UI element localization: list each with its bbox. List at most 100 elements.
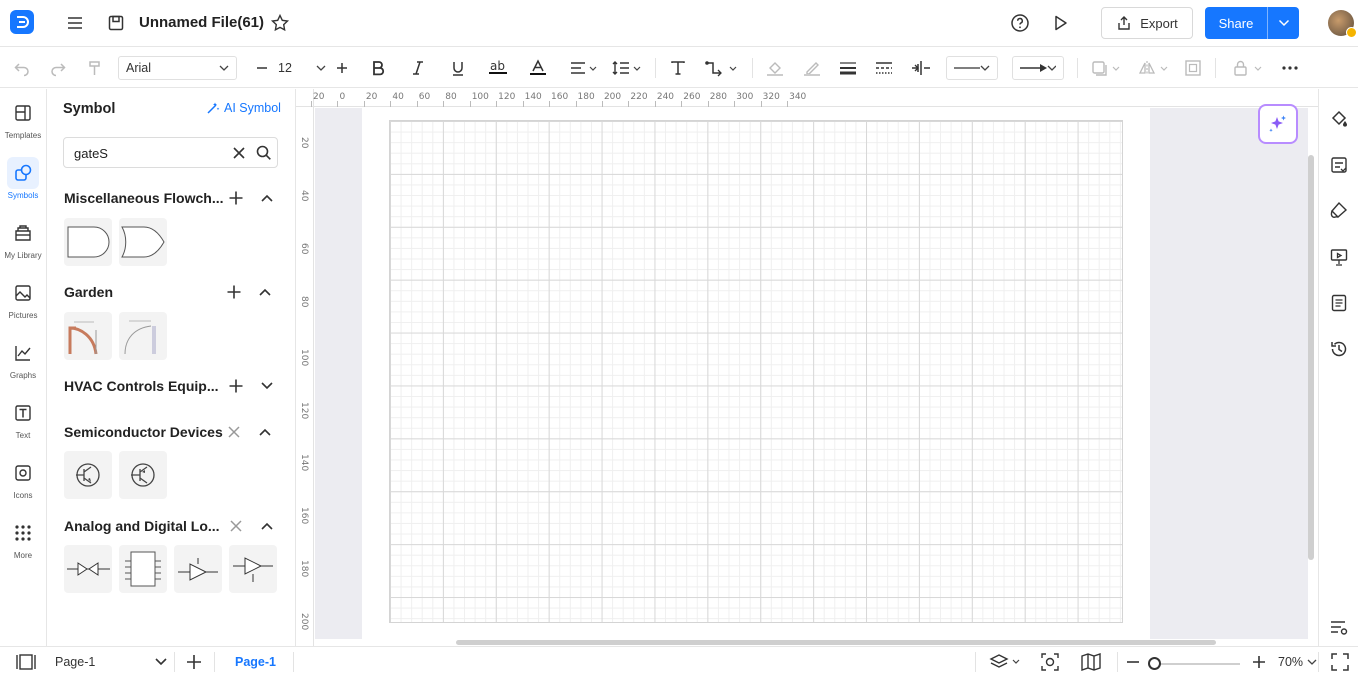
buffer-symbol[interactable] [174,545,222,593]
bold-icon[interactable] [366,56,390,80]
font-size-increase-icon[interactable] [330,56,354,80]
collapse-chevron-up-icon[interactable] [257,516,277,536]
ai-symbol-button[interactable]: AI Symbol [206,101,281,115]
underline-icon[interactable] [446,56,470,80]
font-color-icon[interactable] [526,56,550,80]
garden-arch-symbol[interactable] [64,312,112,360]
format-painter-icon[interactable] [83,56,107,80]
category-hvac-controls[interactable]: HVAC Controls Equip... [64,376,279,396]
rail-item-templates[interactable]: Templates [0,91,46,147]
horizontal-scrollbar[interactable] [456,640,1216,645]
shadow-icon[interactable] [1090,56,1124,80]
share-button[interactable]: Share [1205,7,1299,39]
flip-icon[interactable] [1138,56,1172,80]
category-garden[interactable]: Garden [64,282,279,302]
or-gate-shape-symbol[interactable] [119,218,167,266]
page-panel-toggle-icon[interactable] [15,651,37,673]
rail-item-more[interactable]: More [0,511,46,567]
italic-icon[interactable] [406,56,430,80]
add-library-icon[interactable] [224,282,244,302]
arrow-style-select[interactable] [1012,56,1064,80]
strikethrough-icon[interactable]: ab [486,56,510,80]
bilateral-switch-symbol[interactable] [64,545,112,593]
page-tab-active[interactable]: Page-1 [235,651,276,673]
garden-curve-symbol[interactable] [119,312,167,360]
rail-item-graphs[interactable]: Graphs [0,331,46,387]
export-button[interactable]: Export [1101,7,1193,39]
remove-library-icon[interactable] [226,516,246,536]
page-select[interactable]: Page-1 [55,651,167,673]
rail-item-pictures[interactable]: Pictures [0,271,46,327]
add-library-icon[interactable] [226,376,246,396]
ai-assistant-button[interactable] [1258,104,1298,144]
category-misc-flowchart[interactable]: Miscellaneous Flowch... [64,188,279,208]
remove-library-icon[interactable] [224,422,244,442]
add-library-icon[interactable] [226,188,246,208]
line-dash-icon[interactable] [872,56,896,80]
undo-icon[interactable] [10,56,34,80]
rail-item-text[interactable]: Text [0,391,46,447]
font-family-select[interactable]: Arial [118,56,237,80]
presentation-icon[interactable] [1328,246,1350,268]
transistor-alt-symbol[interactable] [119,451,167,499]
zoom-level-select[interactable]: 70% [1278,651,1317,673]
crop-icon[interactable] [1181,56,1205,80]
redo-icon[interactable] [46,56,70,80]
line-color-icon[interactable] [800,56,824,80]
collapse-chevron-up-icon[interactable] [255,422,275,442]
focus-mode-icon[interactable] [1040,651,1060,673]
add-page-icon[interactable] [185,651,203,673]
clear-search-icon[interactable] [229,143,249,168]
collapse-chevron-up-icon[interactable] [257,188,277,208]
avatar[interactable] [1328,10,1357,38]
tristate-buffer-symbol[interactable] [229,545,277,593]
fill-bucket-icon[interactable] [1328,108,1350,130]
map-view-icon[interactable] [1080,651,1102,673]
expand-chevron-down-icon[interactable] [257,376,277,396]
zoom-slider-track[interactable] [1155,663,1240,665]
notes-icon[interactable] [1328,292,1350,314]
transistor-symbol[interactable] [64,451,112,499]
app-logo-icon[interactable] [10,10,34,34]
category-semiconductor-devices[interactable]: Semiconductor Devices [64,422,279,442]
star-icon[interactable] [268,11,292,35]
vertical-scrollbar[interactable] [1308,155,1314,560]
search-icon[interactable] [254,143,274,168]
line-style-select[interactable] [946,56,998,80]
save-icon[interactable] [104,11,128,35]
help-icon[interactable] [1008,11,1032,35]
share-dropdown-icon[interactable] [1268,19,1299,27]
text-tool-icon[interactable] [666,56,690,80]
rail-item-icons[interactable]: Icons [0,451,46,507]
connector-icon[interactable] [703,56,739,80]
fill-color-icon[interactable] [763,56,787,80]
file-title[interactable]: Unnamed File(61) [139,14,264,31]
more-options-icon[interactable] [1278,56,1302,80]
canvas-grid[interactable] [389,120,1123,623]
rail-item-my-library[interactable]: My Library [0,211,46,267]
symbol-search-input[interactable] [74,144,224,162]
zoom-slider-knob[interactable] [1148,657,1161,670]
font-size-select[interactable]: 12 [274,56,330,80]
line-spacing-icon[interactable] [610,56,644,80]
line-weight-icon[interactable] [836,56,860,80]
menu-icon[interactable] [63,11,87,35]
font-size-decrease-icon[interactable] [250,56,274,80]
text-align-icon[interactable] [568,56,600,80]
rail-item-symbols[interactable]: Symbols [0,151,46,207]
layers-icon[interactable] [989,651,1023,673]
logic-ic-symbol[interactable] [119,545,167,593]
history-icon[interactable] [1328,338,1350,360]
delay-shape-symbol[interactable] [64,218,112,266]
panel-settings-icon[interactable] [1328,616,1350,638]
lock-icon[interactable] [1229,56,1269,80]
canvas-area[interactable]: 20 0 20 40 60 80 100 120 140 160 180 200 220 240 260 28… [296,89,1318,646]
style-brush-icon[interactable] [1328,199,1350,221]
line-jump-icon[interactable] [909,56,933,80]
collapse-chevron-up-icon[interactable] [255,282,275,302]
fullscreen-icon[interactable] [1330,651,1350,673]
zoom-in-icon[interactable] [1252,651,1266,673]
category-analog-digital-logic[interactable]: Analog and Digital Lo... [64,516,279,536]
page-setup-icon[interactable] [1328,154,1350,176]
play-icon[interactable] [1048,11,1072,35]
